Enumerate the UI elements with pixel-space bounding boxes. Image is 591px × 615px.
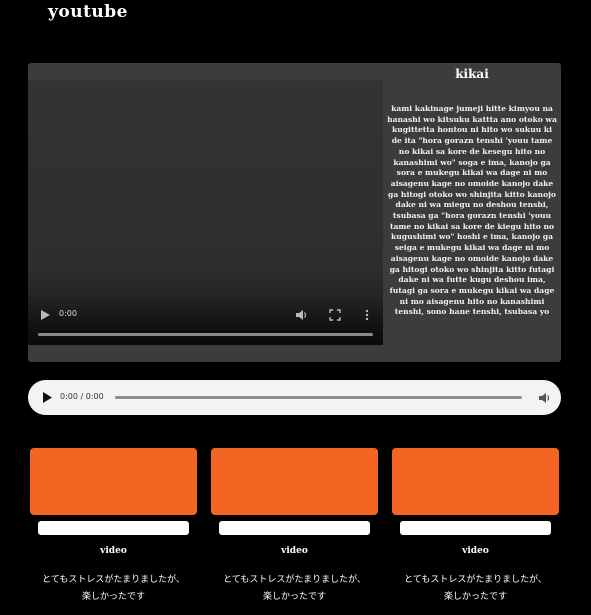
card-description: とてもストレスがたまりましたが、 楽しかったです (384, 572, 567, 606)
card-description: とてもストレスがたまりましたが、 楽しかったです (22, 572, 205, 606)
video-time: 0:00 (59, 309, 77, 318)
video-progress-bar[interactable] (38, 333, 373, 336)
fullscreen-icon[interactable] (328, 308, 342, 322)
card-description-line: 楽しかったです (81, 592, 145, 602)
card-label: video (281, 546, 308, 556)
play-icon[interactable] (38, 308, 52, 322)
audio-progress-bar[interactable] (115, 396, 522, 399)
video-player[interactable]: 0:00 (28, 80, 383, 345)
card-description-line: 楽しかったです (262, 592, 326, 602)
card-description-line: とてもストレスがたまりましたが、 (404, 575, 547, 585)
card-input-field[interactable] (38, 521, 189, 535)
card-description-line: 楽しかったです (443, 592, 507, 602)
media-panel: 0:00 kikai kami kakinage jumeji hitte ki… (28, 63, 561, 362)
video-controls: 0:00 (28, 295, 383, 345)
card-label: video (100, 546, 127, 556)
card-input-field[interactable] (400, 521, 551, 535)
more-options-icon[interactable] (360, 308, 374, 322)
card-input-field[interactable] (219, 521, 370, 535)
video-thumbnail[interactable] (30, 448, 197, 515)
card-label: video (462, 546, 489, 556)
volume-icon[interactable] (537, 391, 551, 405)
card-description: とてもストレスがたまりましたが、 楽しかったです (203, 572, 386, 606)
audio-time: 0:00 / 0:00 (60, 392, 104, 401)
volume-icon[interactable] (294, 308, 308, 322)
lyrics-text: kami kakinage jumeji hitte kimyou na han… (387, 104, 557, 317)
site-title: youtube (48, 2, 128, 22)
video-thumbnail[interactable] (392, 448, 559, 515)
play-icon[interactable] (41, 391, 53, 404)
card-description-line: とてもストレスがたまりましたが、 (223, 575, 366, 585)
audio-player[interactable]: 0:00 / 0:00 (28, 380, 561, 415)
video-thumbnail[interactable] (211, 448, 378, 515)
lyrics-title: kikai (455, 67, 489, 81)
card-description-line: とてもストレスがたまりましたが、 (42, 575, 185, 585)
lyrics-panel: kikai kami kakinage jumeji hitte kimyou … (383, 63, 561, 362)
